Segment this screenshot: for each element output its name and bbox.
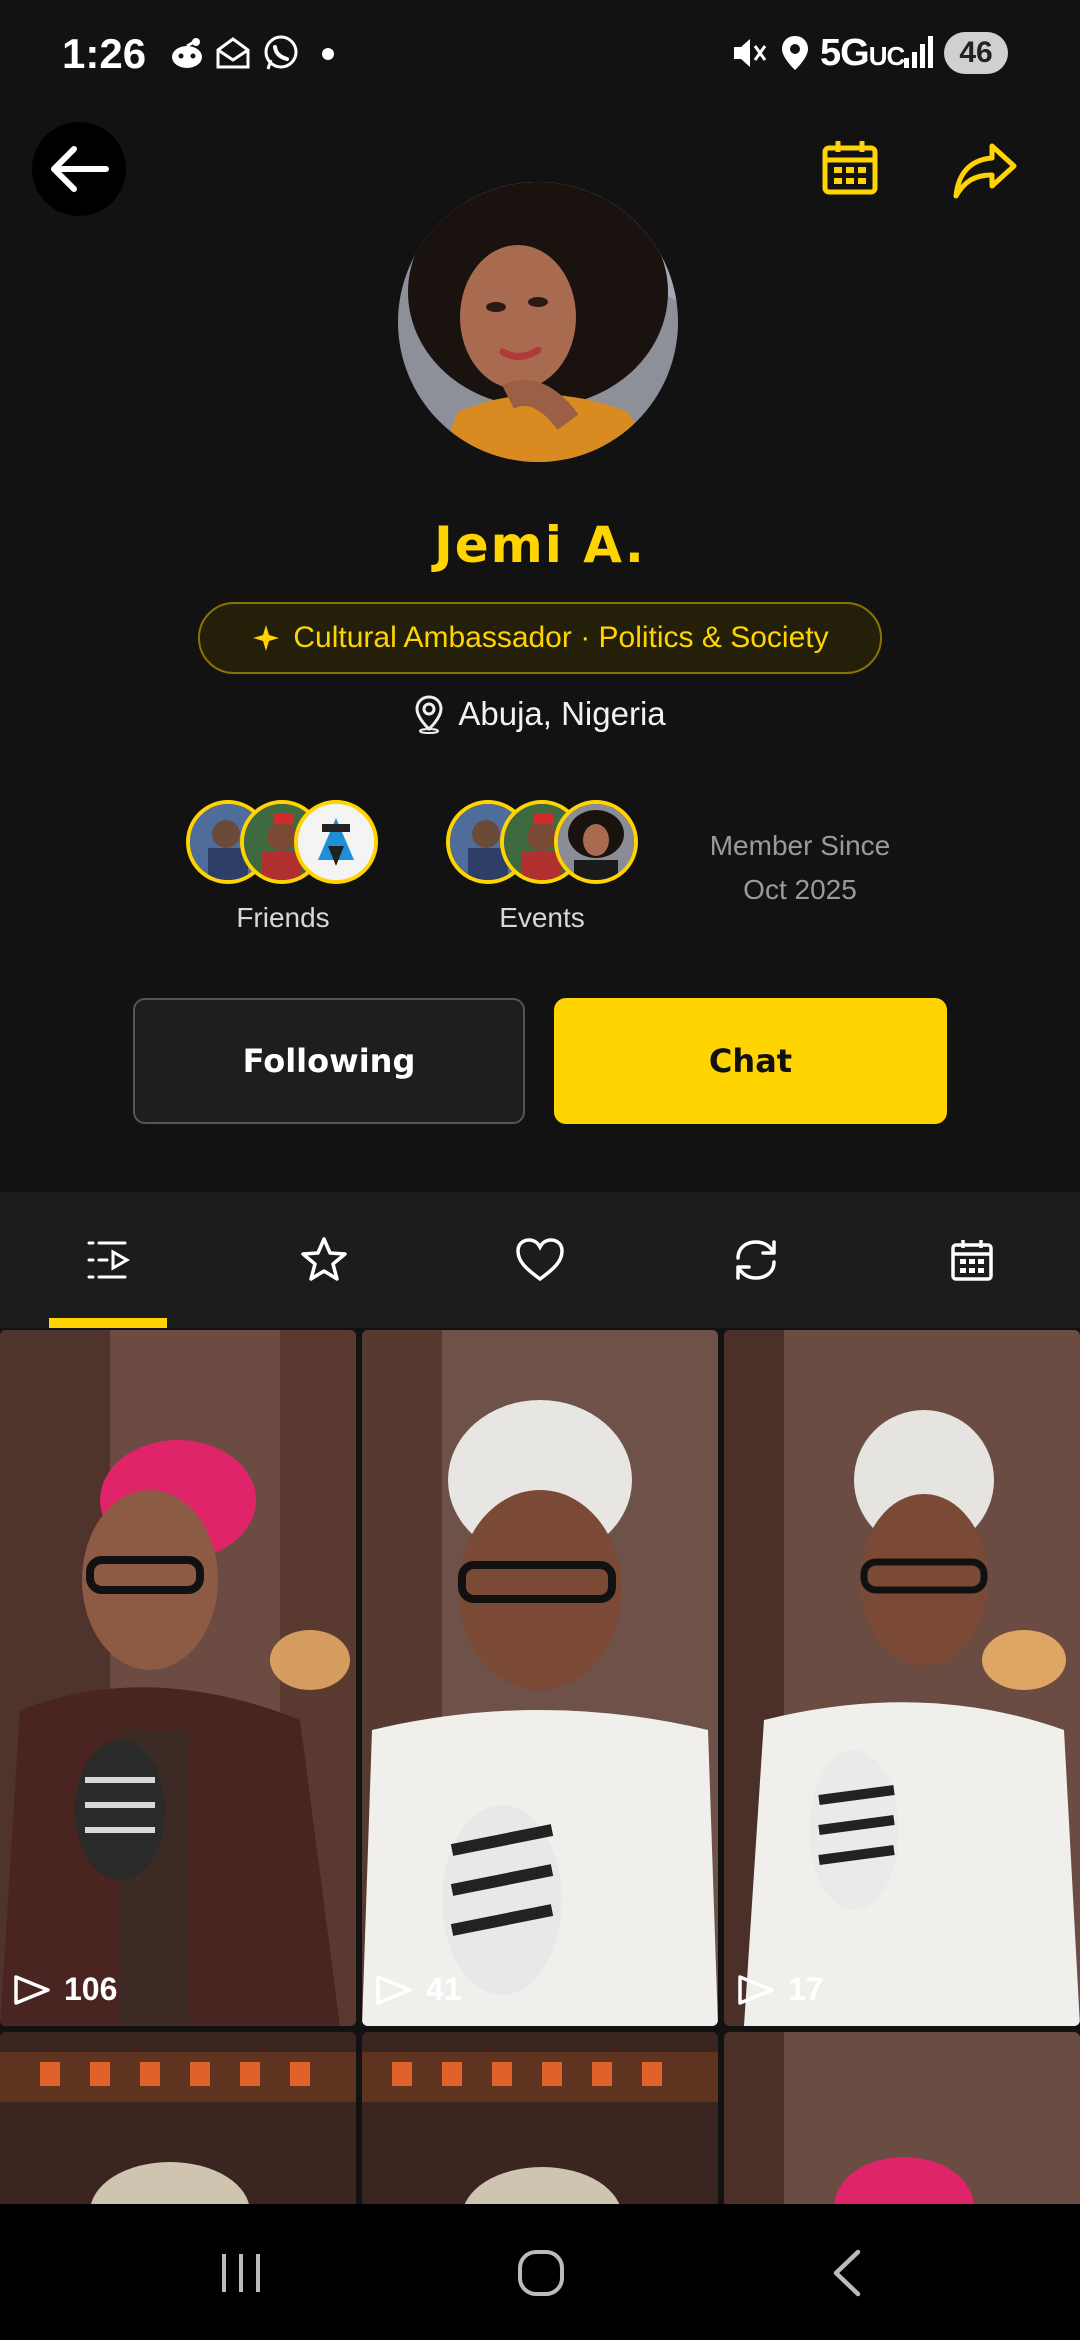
video-tile[interactable]: 106 — [0, 1330, 356, 2026]
video-tile[interactable] — [0, 2032, 356, 2212]
tab-reposts[interactable] — [648, 1192, 864, 1328]
location-text: Abuja, Nigeria — [458, 695, 666, 732]
tab-favorites[interactable] — [216, 1192, 432, 1328]
play-icon — [12, 1974, 52, 2006]
recent-apps-icon[interactable] — [216, 2250, 266, 2296]
calendar-button[interactable] — [818, 136, 882, 200]
video-tile[interactable]: 17 — [724, 1330, 1080, 2026]
play-count-value: 41 — [426, 1971, 462, 2007]
location-icon — [778, 34, 812, 72]
video-tile[interactable]: 41 — [362, 1330, 718, 2026]
system-nav-bar — [0, 2204, 1080, 2340]
location-row: Abuja, Nigeria — [0, 694, 1080, 734]
event-avatar — [554, 800, 638, 884]
mute-icon — [730, 34, 768, 72]
friend-avatar — [294, 800, 378, 884]
play-count: 17 — [736, 1971, 824, 2008]
map-pin-icon — [414, 694, 444, 734]
star-icon — [299, 1236, 349, 1284]
play-count: 41 — [374, 1971, 462, 2008]
heart-icon — [515, 1237, 565, 1283]
playlist-icon — [85, 1237, 131, 1283]
share-icon — [952, 140, 1018, 200]
back-button[interactable] — [32, 122, 126, 216]
back-nav-icon[interactable] — [826, 2248, 866, 2298]
calendar-icon — [949, 1237, 995, 1283]
friends-label[interactable]: Friends — [173, 902, 393, 934]
sparkle-icon — [251, 623, 281, 653]
member-since-date: Oct 2025 — [743, 874, 857, 905]
reddit-icon — [168, 34, 206, 72]
tab-likes[interactable] — [432, 1192, 648, 1328]
video-tile[interactable] — [724, 2032, 1080, 2212]
network-type: 5GUC — [820, 32, 905, 74]
member-since-label: Member Since — [709, 830, 891, 861]
share-button[interactable] — [952, 140, 1018, 200]
following-button[interactable]: Following — [133, 998, 525, 1124]
profile-avatar[interactable] — [398, 182, 678, 462]
calendar-icon — [818, 136, 882, 200]
profile-name: Jemi A. — [434, 516, 646, 574]
events-stack[interactable] — [446, 800, 646, 890]
dot-icon — [322, 48, 334, 60]
signal-icon — [902, 34, 936, 70]
status-time: 1:26 — [62, 30, 147, 77]
role-text: Cultural Ambassador · Politics & Society — [293, 621, 829, 654]
active-tab-indicator — [49, 1318, 167, 1328]
repost-icon — [732, 1236, 780, 1284]
whatsapp-icon — [262, 34, 300, 72]
battery-indicator: 46 — [944, 32, 1008, 74]
play-icon — [736, 1974, 776, 2006]
play-count: 106 — [12, 1971, 117, 2008]
video-tile[interactable] — [362, 2032, 718, 2212]
tab-videos[interactable] — [0, 1192, 216, 1328]
chat-button[interactable]: Chat — [554, 998, 947, 1124]
events-label[interactable]: Events — [432, 902, 652, 934]
arrow-left-icon — [46, 142, 112, 196]
play-icon — [374, 1974, 414, 2006]
home-icon[interactable] — [516, 2248, 566, 2298]
content-tab-bar — [0, 1192, 1080, 1328]
mail-icon — [214, 34, 252, 72]
role-badge: Cultural Ambassador · Politics & Society — [198, 602, 882, 674]
friends-stack[interactable] — [186, 800, 386, 890]
play-count-value: 106 — [64, 1971, 118, 2007]
tab-events[interactable] — [864, 1192, 1080, 1328]
play-count-value: 17 — [788, 1971, 824, 2007]
